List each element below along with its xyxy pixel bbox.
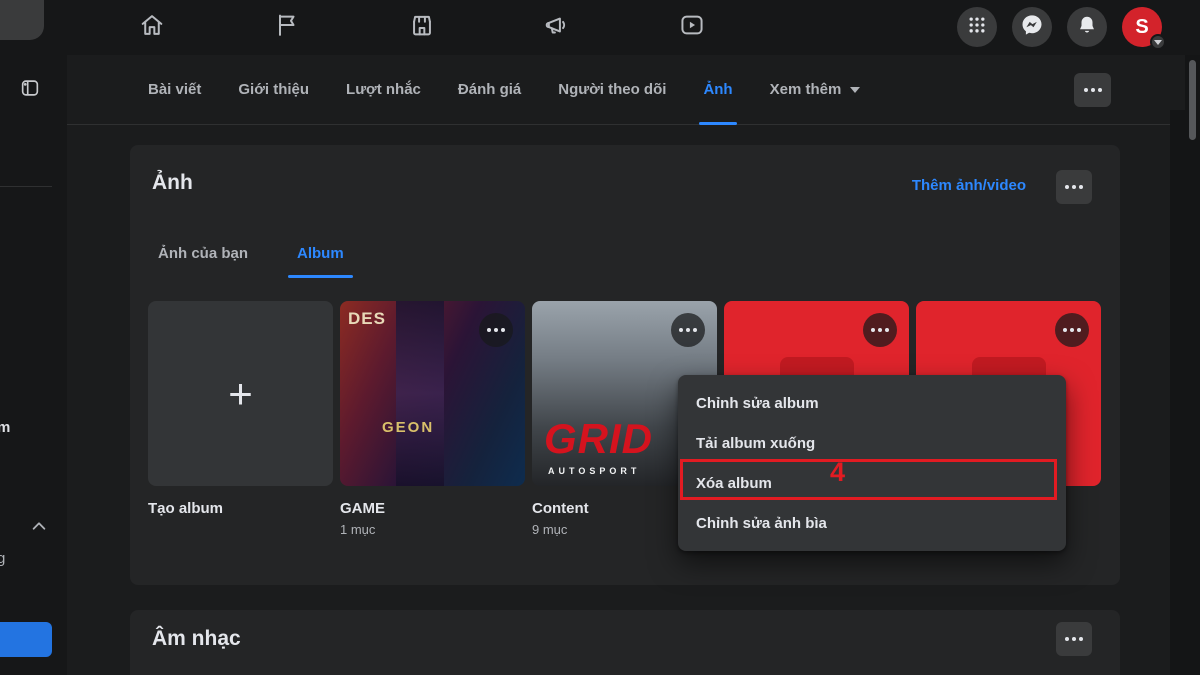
sidebar-panel-icon bbox=[19, 77, 41, 104]
chevron-down-icon bbox=[850, 87, 860, 93]
profile-more-options-button[interactable] bbox=[1074, 73, 1111, 107]
storefront-icon bbox=[408, 11, 436, 44]
topbar-center-tabs bbox=[124, 7, 720, 47]
ellipsis-icon bbox=[1065, 637, 1083, 641]
subtab-album-active[interactable]: Album bbox=[291, 237, 350, 278]
messenger-icon bbox=[1020, 13, 1044, 42]
video-play-icon bbox=[678, 11, 706, 44]
add-photo-video-link[interactable]: Thêm ảnh/video bbox=[912, 177, 1026, 194]
megaphone-icon bbox=[543, 11, 571, 44]
music-card-title: Âm nhạc bbox=[152, 627, 241, 651]
tab-bai-viet[interactable]: Bài viết bbox=[148, 55, 201, 125]
ellipsis-icon bbox=[679, 328, 697, 332]
cover-art-text: GRID bbox=[544, 418, 653, 460]
pages-tab[interactable] bbox=[259, 7, 315, 47]
top-navigation-bar: S bbox=[0, 0, 1200, 55]
tab-luot-nhac[interactable]: Lượt nhắc bbox=[346, 55, 421, 125]
sidebar-cutoff-text: m bbox=[0, 419, 10, 436]
messenger-button[interactable] bbox=[1012, 7, 1052, 47]
album-label: Tạo album bbox=[148, 500, 333, 517]
tab-gioi-thieu[interactable]: Giới thiệu bbox=[238, 55, 309, 125]
album-game: DES GEON GAME 1 mục bbox=[340, 301, 525, 537]
account-chevron-icon bbox=[1150, 34, 1166, 50]
sidebar-cutoff-text-2: g bbox=[0, 550, 5, 567]
flag-icon bbox=[273, 11, 301, 44]
bell-icon bbox=[1076, 14, 1098, 41]
album-create: + Tạo album bbox=[148, 301, 333, 537]
cover-art-text: AUTOSPORT bbox=[548, 466, 640, 476]
corner-cutoff-shape bbox=[0, 0, 44, 40]
menu-item-delete-album[interactable]: Xóa album bbox=[678, 463, 1066, 503]
menu-item-download-album[interactable]: Tải album xuống bbox=[678, 423, 1066, 463]
music-card-menu-button[interactable] bbox=[1056, 622, 1092, 656]
plus-icon: + bbox=[228, 373, 253, 415]
ads-tab[interactable] bbox=[529, 7, 585, 47]
sidebar-divider bbox=[0, 186, 52, 187]
chevron-up-icon[interactable] bbox=[30, 519, 48, 538]
photos-card-title: Ảnh bbox=[152, 171, 193, 195]
ellipsis-icon bbox=[1065, 185, 1083, 189]
marketplace-tab[interactable] bbox=[394, 7, 450, 47]
tab-anh-active[interactable]: Ảnh bbox=[703, 55, 732, 125]
profile-avatar[interactable]: S bbox=[1122, 7, 1162, 47]
album-options-button[interactable] bbox=[479, 313, 513, 347]
subtab-your-photos[interactable]: Ảnh của bạn bbox=[152, 237, 254, 278]
music-card: Âm nhạc bbox=[130, 610, 1120, 675]
album-game-cover[interactable]: DES GEON bbox=[340, 301, 525, 486]
apps-menu-button[interactable] bbox=[957, 7, 997, 47]
ellipsis-icon bbox=[487, 328, 505, 332]
create-album-tile[interactable]: + bbox=[148, 301, 333, 486]
home-icon bbox=[138, 11, 166, 44]
home-tab[interactable] bbox=[124, 7, 180, 47]
sidebar-toggle-button[interactable] bbox=[15, 75, 45, 105]
ellipsis-icon bbox=[871, 328, 889, 332]
watch-tab[interactable] bbox=[664, 7, 720, 47]
cover-art-text: DES bbox=[348, 309, 386, 329]
scrollbar-thumb[interactable] bbox=[1189, 60, 1196, 140]
album-options-button[interactable] bbox=[671, 313, 705, 347]
notifications-button[interactable] bbox=[1067, 7, 1107, 47]
ellipsis-icon bbox=[1084, 88, 1102, 92]
topbar-right-actions: S bbox=[957, 7, 1162, 47]
facebook-dark-page: S m g Bài viết Giới thiệu Lượt nhắc Đánh… bbox=[0, 0, 1200, 675]
photos-card-menu-button[interactable] bbox=[1056, 170, 1092, 204]
tab-danh-gia[interactable]: Đánh giá bbox=[458, 55, 521, 125]
scrollbar-track[interactable] bbox=[1170, 110, 1185, 675]
album-options-button[interactable] bbox=[1055, 313, 1089, 347]
apps-grid-icon bbox=[967, 15, 987, 40]
cover-art-text: GEON bbox=[382, 419, 434, 436]
menu-item-edit-cover[interactable]: Chỉnh sửa ảnh bìa bbox=[678, 503, 1066, 543]
album-count: 1 mục bbox=[340, 522, 525, 537]
tab-nguoi-theo-doi[interactable]: Người theo dõi bbox=[558, 55, 666, 125]
menu-item-edit-album[interactable]: Chỉnh sửa album bbox=[678, 383, 1066, 423]
sidebar-primary-button[interactable] bbox=[0, 622, 52, 657]
left-sidebar-strip: m g bbox=[0, 55, 67, 675]
tab-xem-them[interactable]: Xem thêm bbox=[770, 55, 861, 125]
album-label: GAME bbox=[340, 500, 525, 517]
ellipsis-icon bbox=[1063, 328, 1081, 332]
profile-tab-bar: Bài viết Giới thiệu Lượt nhắc Đánh giá N… bbox=[67, 55, 1185, 125]
photos-subtabs: Ảnh của bạn Album bbox=[152, 237, 350, 278]
album-context-menu: Chỉnh sửa album Tải album xuống Xóa albu… bbox=[678, 375, 1066, 551]
album-options-button[interactable] bbox=[863, 313, 897, 347]
avatar-letter: S bbox=[1135, 16, 1148, 39]
